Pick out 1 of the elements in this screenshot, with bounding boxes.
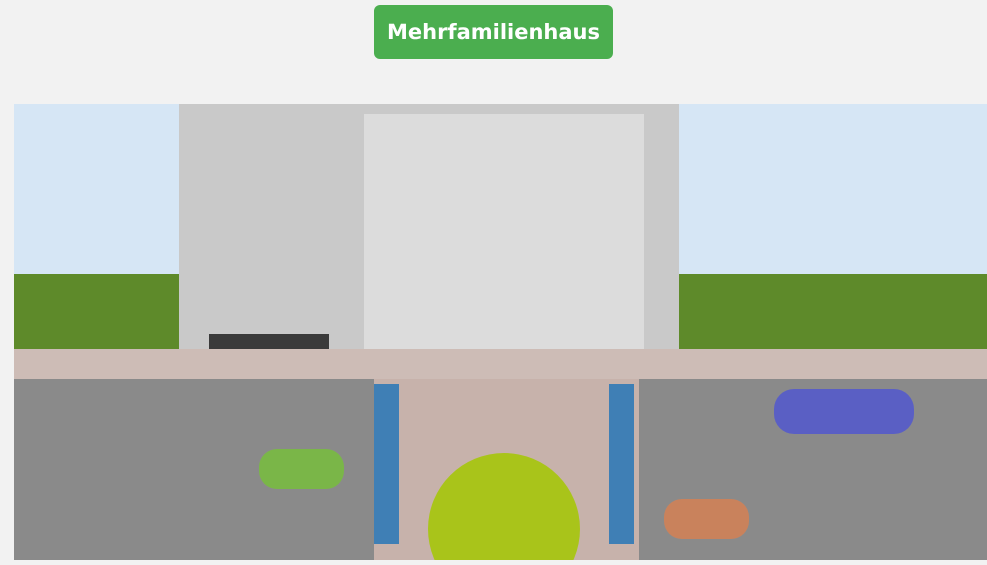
category-button[interactable]: Mehrfamilienhaus [374,5,613,59]
